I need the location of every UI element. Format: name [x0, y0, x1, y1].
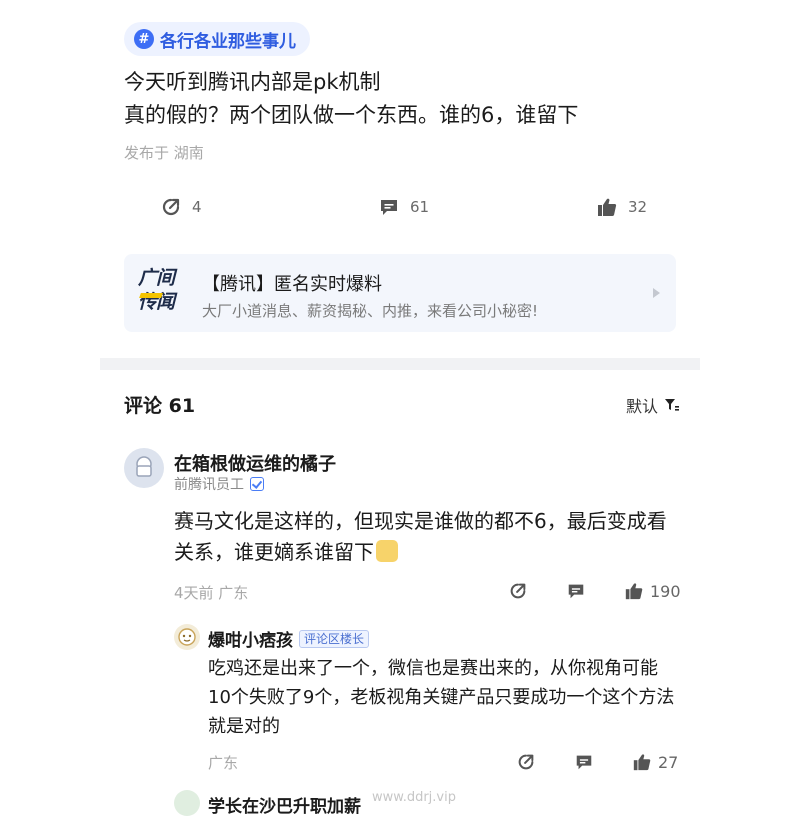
comment-icon	[568, 584, 584, 599]
reply-author-name[interactable]: 学长在沙巴升职加薪	[208, 792, 361, 816]
promo-logo-accent	[139, 293, 163, 298]
face-icon	[178, 628, 196, 646]
post-location: 发布于 湖南	[124, 144, 204, 162]
share-icon	[518, 754, 534, 770]
sort-button[interactable]: 默认	[626, 393, 680, 417]
promo-title: 【腾讯】匿名实时爆料	[202, 274, 382, 295]
share-icon	[162, 198, 180, 216]
post-line-2: 真的假的？两个团队做一个东西。谁的6，谁留下	[124, 103, 579, 127]
comment-like-count: 190	[650, 581, 681, 601]
reply-reply-button[interactable]	[574, 752, 594, 772]
chevron-right-icon	[653, 288, 660, 298]
comment-icon	[576, 755, 592, 770]
like-count: 32	[628, 198, 648, 216]
comments-title: 评论 61	[124, 395, 196, 417]
reply-share-button[interactable]	[516, 752, 536, 772]
share-count: 4	[192, 198, 202, 216]
post-line-1: 今天听到腾讯内部是pk机制	[124, 70, 381, 94]
reply-author-name: 爆咁小痞孩	[208, 631, 293, 651]
avatar[interactable]	[124, 448, 164, 488]
like-button[interactable]: 32	[596, 196, 647, 218]
comment-like-button[interactable]: 190	[624, 581, 681, 601]
comment-count: 61	[410, 198, 430, 216]
comment-text[interactable]: 赛马文化是这样的，但现实是谁做的都不6，最后变成看关系，谁更嫡系谁留下	[174, 506, 674, 568]
topic-tag[interactable]: # 各行各业那些事儿	[124, 22, 310, 56]
laughing-emoji-icon	[376, 540, 398, 562]
avatar[interactable]	[174, 624, 200, 650]
thumbs-up-icon	[625, 583, 643, 600]
topic-label: 各行各业那些事儿	[160, 31, 296, 52]
promo-banner[interactable]: 广间 传闻 【腾讯】匿名实时爆料 大厂小道消息、薪资揭秘、内推，来看公司小秘密!	[124, 254, 676, 332]
reply-author[interactable]: 爆咁小痞孩 评论区楼长	[208, 626, 370, 651]
reply-author-badge: 评论区楼长	[299, 629, 370, 648]
thumbs-up-icon	[633, 754, 651, 771]
comment-reply-button[interactable]	[566, 581, 586, 601]
comment-actions: 190	[508, 581, 684, 605]
comment-icon	[381, 200, 397, 215]
hash-icon: #	[134, 29, 154, 49]
post-body: 今天听到腾讯内部是pk机制 真的假的？两个团队做一个东西。谁的6，谁留下	[124, 66, 684, 132]
watermark: www.ddrj.vip	[372, 790, 456, 805]
reply-meta: 广东	[208, 754, 239, 772]
post-action-bar: 4 61 32	[160, 196, 650, 226]
comment-body: 赛马文化是这样的，但现实是谁做的都不6，最后变成看关系，谁更嫡系谁留下	[174, 509, 667, 564]
comment-meta: 4天前 广东	[174, 584, 249, 602]
comment-author[interactable]: 在箱根做运维的橘子	[174, 450, 336, 476]
promo-logo: 广间 传闻	[138, 266, 190, 320]
filter-icon	[665, 399, 679, 411]
share-icon	[510, 583, 526, 599]
thumbs-up-icon	[598, 198, 617, 216]
sort-label: 默认	[625, 397, 658, 416]
reply-like-count: 27	[658, 752, 679, 772]
comment-share-button[interactable]	[508, 581, 528, 601]
role-label: 前腾讯员工	[174, 477, 244, 493]
comment-button[interactable]: 61	[378, 196, 429, 218]
section-divider	[100, 358, 700, 370]
comment-author-role: 前腾讯员工	[174, 474, 264, 494]
reply-actions: 27	[516, 752, 686, 776]
promo-logo-line-1: 广间	[138, 267, 175, 289]
avatar[interactable]	[174, 790, 200, 816]
comments-header: 评论 61 默认	[124, 388, 680, 418]
post-card: # 各行各业那些事儿 今天听到腾讯内部是pk机制 真的假的？两个团队做一个东西。…	[0, 0, 800, 358]
reply-text[interactable]: 吃鸡还是出来了一个，微信也是赛出来的，从你视角可能10个失败了9个，老板视角关键…	[208, 654, 678, 741]
reply-like-button[interactable]: 27	[632, 752, 678, 772]
promo-subtitle: 大厂小道消息、薪资揭秘、内推，来看公司小秘密!	[202, 302, 539, 320]
share-button[interactable]: 4	[160, 196, 202, 218]
verified-icon	[250, 477, 264, 491]
chef-hat-icon	[136, 456, 152, 477]
